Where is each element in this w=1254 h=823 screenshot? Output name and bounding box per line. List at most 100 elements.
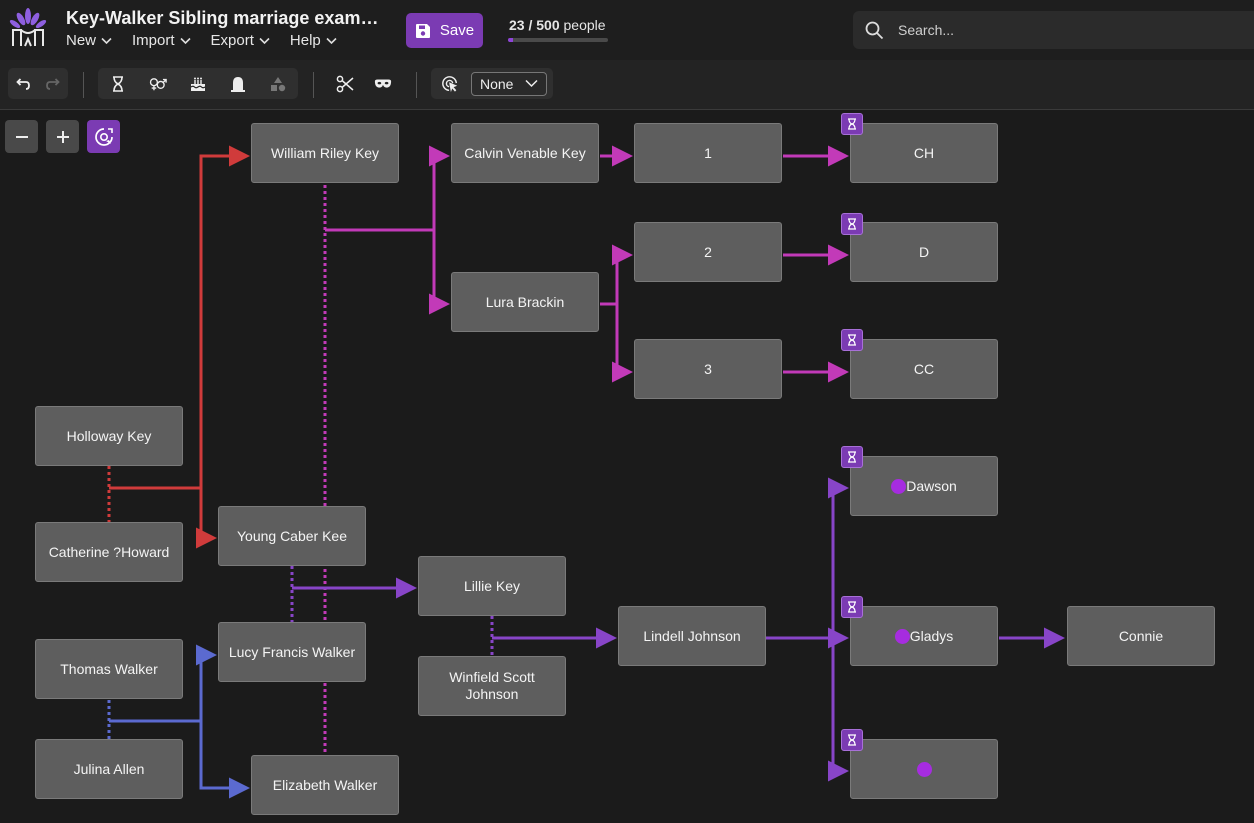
tree-canvas[interactable]: William Riley Key Calvin Venable Key 1 C… [0,110,1254,823]
person-card-ch[interactable]: CH [850,123,998,183]
dna-toggle-button[interactable] [98,68,138,99]
person-name: CH [913,144,935,161]
person-name: 2 [704,243,712,260]
privacy-button[interactable] [363,68,403,99]
dna-badge-icon [841,113,863,135]
dna-badge-icon [841,213,863,235]
person-card-gladys[interactable]: Gladys [850,606,998,666]
person-card-thomas-walker[interactable]: Thomas Walker [35,639,183,699]
people-progress-fill [508,38,513,42]
person-name: 3 [704,360,712,377]
person-name: Thomas Walker [60,660,158,677]
person-card-d[interactable]: D [850,222,998,282]
death-toggle-button[interactable] [218,68,258,99]
person-card-catherine-howard[interactable]: Catherine ?Howard [35,522,183,582]
app-logo-icon [9,8,47,47]
main-menu: New Import Export Help [66,32,337,49]
menu-new-label: New [66,32,97,49]
highlight-select[interactable]: None [471,71,547,96]
person-card-young-caber-kee[interactable]: Young Caber Kee [218,506,366,566]
person-card-lindell-johnson[interactable]: Lindell Johnson [618,606,766,666]
dna-badge-icon [841,729,863,751]
person-card-connie[interactable]: Connie [1067,606,1215,666]
person-name: Lucy Francis Walker [228,643,356,660]
person-card-dawson[interactable]: Dawson [850,456,998,516]
person-card-lucy-francis-walker[interactable]: Lucy Francis Walker [218,622,366,682]
hourglass-dna-icon [113,75,123,92]
person-name: Winfield Scott Johnson [449,669,535,702]
person-name: Gladys [909,627,954,644]
chevron-down-icon [101,37,112,44]
person-card-calvin-venable-key[interactable]: Calvin Venable Key [451,123,599,183]
highlight-select-value: None [480,75,514,92]
person-card-1[interactable]: 1 [634,123,782,183]
person-card-lura-brackin[interactable]: Lura Brackin [451,272,599,332]
menu-export[interactable]: Export [211,32,270,49]
cut-button[interactable] [325,68,365,99]
search-box[interactable] [853,11,1254,49]
menu-import[interactable]: Import [132,32,191,49]
headstone-icon [231,76,245,92]
menu-help-label: Help [289,32,321,49]
scissors-icon [336,75,354,92]
dna-match-dot-icon [916,761,932,777]
document-title[interactable]: Key-Walker Sibling marriage exam… [66,8,378,29]
parent-edge [612,304,633,383]
people-progress-bar [508,38,608,42]
parent-edge [600,244,633,306]
toolbar-divider [313,72,314,98]
search-icon [865,21,884,39]
undo-button[interactable] [8,68,38,99]
people-count: 23 / 500 people [509,17,606,33]
search-input[interactable] [896,21,1220,39]
menu-help[interactable]: Help [290,32,337,49]
person-card-lillie-key[interactable]: Lillie Key [418,556,566,616]
highlight-mode-button[interactable] [431,68,469,99]
person-name: Catherine ?Howard [48,543,170,560]
person-name: CC [913,360,935,377]
toolbar-divider [416,72,417,98]
dna-match-dot-icon [894,628,910,644]
person-name: Lillie Key [463,577,521,594]
undo-icon [16,77,30,90]
person-name: William Riley Key [270,144,380,161]
person-name: Dawson [906,477,957,494]
menu-import-label: Import [132,32,175,49]
person-name: Calvin Venable Key [464,144,586,161]
save-button[interactable]: Save [406,13,483,48]
person-card-unnamed[interactable] [850,739,998,799]
person-name: Lindell Johnson [643,627,741,644]
save-button-label: Save [439,22,475,39]
dna-badge-icon [841,446,863,468]
person-card-winfield-scott-johnson[interactable]: Winfield Scott Johnson [418,656,566,716]
chevron-down-icon [326,37,337,44]
person-name: Holloway Key [66,427,152,444]
cake-icon [190,77,206,91]
menu-new[interactable]: New [66,32,112,49]
redo-button[interactable] [38,68,68,99]
tree-edges [107,145,1065,799]
birth-toggle-button[interactable] [178,68,218,99]
save-icon [415,23,430,38]
person-card-3[interactable]: 3 [634,339,782,399]
person-card-william-riley-key[interactable]: William Riley Key [251,123,399,183]
person-name: Elizabeth Walker [272,776,378,793]
person-card-elizabeth-walker[interactable]: Elizabeth Walker [251,755,399,815]
person-card-julina-allen[interactable]: Julina Allen [35,739,183,799]
person-name: D [918,243,930,260]
view-options-group [98,68,298,99]
history-group [8,68,68,99]
parent-edge [429,230,450,315]
mask-icon [374,79,392,88]
person-card-2[interactable]: 2 [634,222,782,282]
shapes-toggle-button[interactable] [258,68,298,99]
dna-badge-icon [841,329,863,351]
highlight-group: None [431,68,553,99]
person-name: Julina Allen [73,760,145,777]
shapes-icon [271,76,286,91]
person-card-cc[interactable]: CC [850,339,998,399]
person-card-holloway-key[interactable]: Holloway Key [35,406,183,466]
gender-toggle-button[interactable] [138,68,178,99]
dna-badge-icon [841,596,863,618]
toolbar-divider [83,72,84,98]
